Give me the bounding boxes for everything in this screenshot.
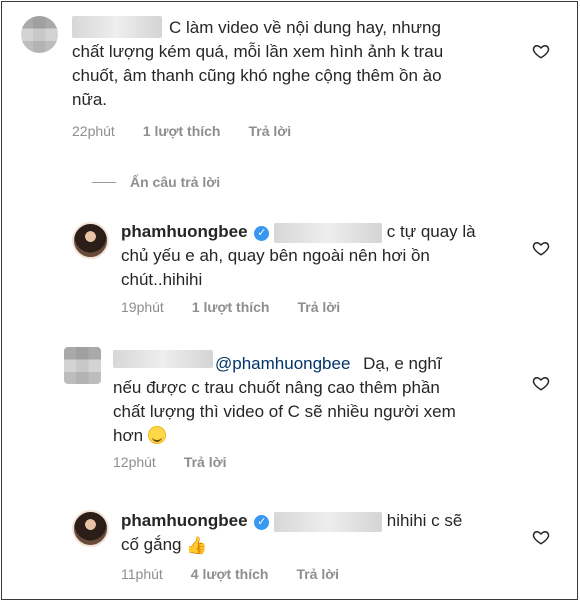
comment-time[interactable]: 22phút — [72, 123, 115, 139]
thumbs-up-emoji-icon: 👍 — [186, 536, 208, 555]
like-count[interactable]: 1 lượt thích — [192, 299, 270, 315]
comment-text: @phamhuongbee Dạ, e nghĩ — [215, 352, 442, 376]
username[interactable]: phamhuongbee — [121, 511, 248, 530]
blurred-username[interactable] — [113, 350, 213, 368]
comment-text: C làm video về nội dung hay, nhưng — [169, 16, 441, 40]
comment-text-line: chất lượng kém quá, mỗi lần xem hình ảnh… — [72, 42, 444, 61]
comment-text-line: C làm video về nội dung hay, nhưng — [169, 18, 441, 37]
reply-button[interactable]: Trả lời — [297, 299, 340, 315]
reply-button[interactable]: Trả lời — [296, 566, 339, 582]
like-count[interactable]: 1 lượt thích — [143, 123, 221, 139]
blurred-username[interactable] — [72, 16, 162, 38]
comment-text-line: Dạ, e nghĩ — [363, 354, 442, 373]
comment-text-line: nếu được c trau chuốt nâng cao thêm phần — [113, 378, 440, 397]
comment-text-line: hihihi c sẽ — [386, 511, 463, 530]
smiley-emoji-icon — [147, 426, 166, 444]
comment-text: nếu được c trau chuốt nâng cao thêm phần… — [113, 376, 456, 448]
heart-icon[interactable] — [532, 42, 550, 60]
comment-text: phamhuongbee ✓ c tự quay là — [121, 220, 476, 244]
comment-meta: 22phút 1 lượt thích Trả lời — [72, 123, 319, 139]
comment-text-line: c tự quay là — [386, 222, 476, 241]
hide-replies-label: Ẩn câu trả lời — [130, 174, 221, 190]
reply-button[interactable]: Trả lời — [248, 123, 291, 139]
verified-icon: ✓ — [254, 226, 270, 241]
comment-text-line: chất lượng thì video of C sẽ nhiều người… — [113, 402, 456, 421]
heart-icon[interactable] — [532, 374, 550, 392]
comment-text-line: chút..hihihi — [121, 270, 203, 289]
comment-text-line: hơn — [113, 426, 144, 445]
comment-text-line: chuốt, âm thanh cũng khó nghe cộng thêm … — [72, 66, 442, 85]
heart-icon[interactable] — [532, 239, 550, 257]
blurred-mention[interactable] — [274, 222, 383, 243]
comment-time[interactable]: 11phút — [121, 566, 163, 582]
reply-button[interactable]: Trả lời — [184, 454, 227, 470]
hide-replies-toggle[interactable]: Ẩn câu trả lời — [92, 174, 220, 190]
verified-icon: ✓ — [254, 515, 270, 530]
avatar[interactable] — [64, 347, 101, 384]
comment-text: chủ yếu e ah, quay bên ngoài nên hơi ồn … — [121, 244, 430, 292]
comment-text: phamhuongbee ✓ hihihi c sẽ — [121, 509, 462, 533]
avatar[interactable] — [72, 510, 109, 547]
heart-icon[interactable] — [532, 528, 550, 546]
comment-thread: C làm video về nội dung hay, nhưng chất … — [1, 1, 578, 600]
divider — [92, 181, 116, 183]
avatar[interactable] — [72, 222, 109, 259]
avatar[interactable] — [21, 16, 58, 53]
comment-text: chất lượng kém quá, mỗi lần xem hình ảnh… — [72, 40, 443, 112]
comment-text-line: cố gắng — [121, 535, 182, 554]
comment-time[interactable]: 19phút — [121, 299, 164, 315]
comment-text: cố gắng 👍 — [121, 533, 207, 558]
comment-meta: 11phút 4 lượt thích Trả lời — [121, 566, 367, 582]
username[interactable]: phamhuongbee — [121, 222, 248, 241]
like-count[interactable]: 4 lượt thích — [191, 566, 269, 582]
comment-text-line: chủ yếu e ah, quay bên ngoài nên hơi ồn — [121, 246, 430, 265]
mention-link[interactable]: @phamhuongbee — [215, 354, 350, 373]
comment-text-line: nữa. — [72, 90, 108, 109]
comment-time[interactable]: 12phút — [113, 454, 156, 470]
blurred-mention[interactable] — [274, 511, 383, 532]
comment-meta: 19phút 1 lượt thích Trả lời — [121, 299, 368, 315]
comment-meta: 12phút Trả lời — [113, 454, 254, 470]
